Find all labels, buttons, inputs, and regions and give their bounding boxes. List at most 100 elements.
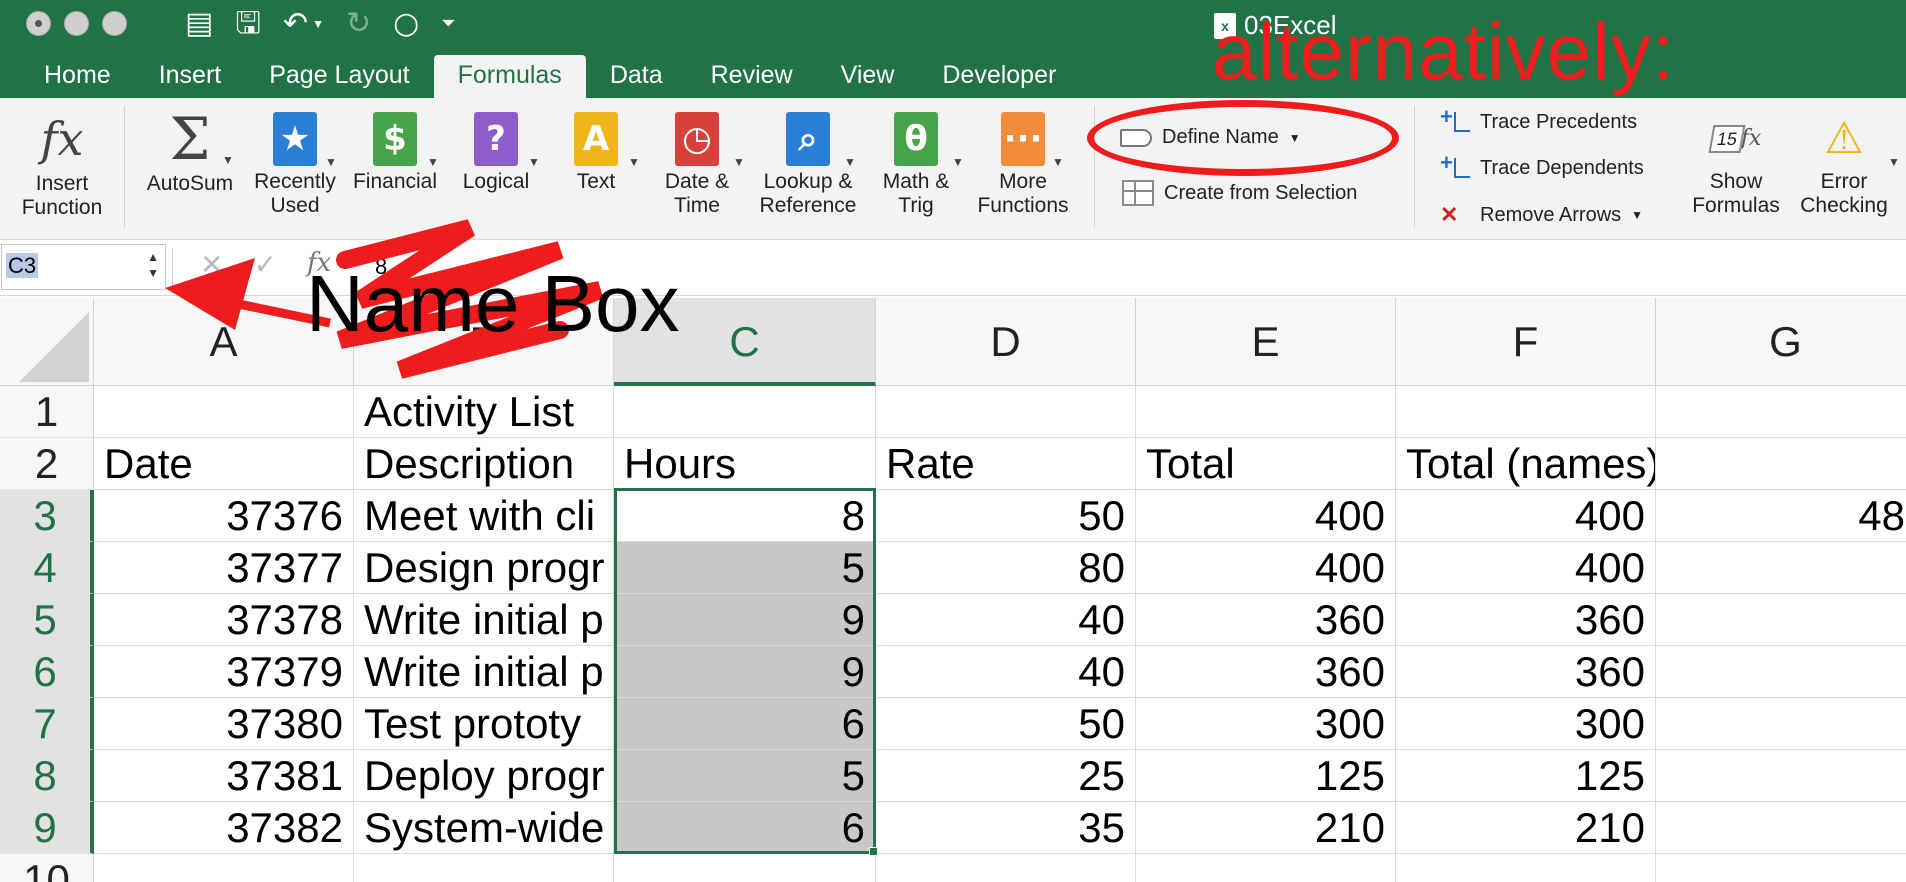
close-window-button[interactable]: [26, 11, 51, 36]
name-box-stepper-icon[interactable]: ▲ ▼: [147, 249, 159, 281]
cell-e3[interactable]: 400: [1136, 490, 1396, 542]
chevron-down-icon[interactable]: ▼: [528, 150, 540, 174]
undo-icon[interactable]: ↶: [283, 8, 308, 40]
cell-f3[interactable]: 400: [1396, 490, 1656, 542]
cell-g9[interactable]: [1656, 802, 1906, 854]
column-header-f[interactable]: F: [1396, 298, 1656, 386]
cell-b10[interactable]: [354, 854, 614, 882]
sidebar-toggle-icon[interactable]: ▤: [185, 8, 213, 40]
cell-f2[interactable]: Total (names): [1396, 438, 1656, 490]
circle-icon[interactable]: ○: [393, 8, 419, 40]
cell-f7[interactable]: 300: [1396, 698, 1656, 750]
cell-e9[interactable]: 210: [1136, 802, 1396, 854]
row-header-10[interactable]: 10: [0, 854, 94, 882]
insert-function-button[interactable]: fx Insert Function: [10, 110, 114, 220]
cell-e5[interactable]: 360: [1136, 594, 1396, 646]
cell-d9[interactable]: 35: [876, 802, 1136, 854]
tab-view[interactable]: View: [817, 55, 919, 98]
cell-f5[interactable]: 360: [1396, 594, 1656, 646]
cell-g4[interactable]: [1656, 542, 1906, 594]
tab-home[interactable]: Home: [20, 55, 135, 98]
cell-d7[interactable]: 50: [876, 698, 1136, 750]
more-functions-button[interactable]: ··· ▼ More Functions: [970, 112, 1076, 218]
tab-page-layout[interactable]: Page Layout: [245, 55, 433, 98]
enter-check-icon[interactable]: ✓: [253, 248, 276, 281]
cell-b6[interactable]: Write initial p: [354, 646, 614, 698]
cell-a6[interactable]: 37379: [94, 646, 354, 698]
financial-button[interactable]: $ ▼ Financial: [345, 112, 445, 194]
show-formulas-button[interactable]: 15 fx Show Formulas: [1684, 112, 1788, 218]
row-header-1[interactable]: 1: [0, 386, 94, 438]
cell-d8[interactable]: 25: [876, 750, 1136, 802]
cell-b5[interactable]: Write initial p: [354, 594, 614, 646]
cell-b4[interactable]: Design progr: [354, 542, 614, 594]
cell-e6[interactable]: 360: [1136, 646, 1396, 698]
create-from-selection-button[interactable]: Create from Selection: [1122, 180, 1357, 206]
cell-e4[interactable]: 400: [1136, 542, 1396, 594]
cell-g2[interactable]: [1656, 438, 1906, 490]
tab-review[interactable]: Review: [687, 55, 817, 98]
cell-f6[interactable]: 360: [1396, 646, 1656, 698]
chevron-down-icon[interactable]: ▼: [1052, 150, 1064, 174]
cell-c10[interactable]: [614, 854, 876, 882]
row-header-9[interactable]: 9: [0, 802, 94, 854]
cell-d1[interactable]: [876, 386, 1136, 438]
autosum-button[interactable]: Σ ▼ AutoSum: [140, 110, 240, 196]
cell-a8[interactable]: 37381: [94, 750, 354, 802]
chevron-down-icon[interactable]: ▼: [427, 150, 439, 174]
cell-c2[interactable]: Hours: [614, 438, 876, 490]
tab-data[interactable]: Data: [586, 55, 687, 98]
chevron-down-icon[interactable]: ▼: [844, 150, 856, 174]
cell-e10[interactable]: [1136, 854, 1396, 882]
cell-c4[interactable]: 5: [614, 542, 876, 594]
cell-b2[interactable]: Description: [354, 438, 614, 490]
error-checking-button[interactable]: ⚠ ▼ Error Checking: [1792, 112, 1900, 218]
cell-d6[interactable]: 40: [876, 646, 1136, 698]
cell-c5[interactable]: 9: [614, 594, 876, 646]
row-header-7[interactable]: 7: [0, 698, 94, 750]
select-all-corner[interactable]: [0, 298, 94, 386]
column-header-g[interactable]: G: [1656, 298, 1906, 386]
redo-icon[interactable]: ↻: [346, 8, 371, 40]
cell-c1[interactable]: [614, 386, 876, 438]
cell-e1[interactable]: [1136, 386, 1396, 438]
cell-f1[interactable]: [1396, 386, 1656, 438]
chevron-down-icon[interactable]: ▼: [1888, 150, 1900, 174]
recently-used-button[interactable]: ★ ▼ Recently Used: [245, 112, 345, 218]
save-icon[interactable]: 🖫: [235, 8, 261, 40]
cell-b1[interactable]: Activity List: [354, 386, 614, 438]
cell-a5[interactable]: 37378: [94, 594, 354, 646]
chevron-down-icon[interactable]: ▼: [222, 148, 234, 172]
cell-a1[interactable]: [94, 386, 354, 438]
cell-g5[interactable]: [1656, 594, 1906, 646]
cell-d10[interactable]: [876, 854, 1136, 882]
cell-g7[interactable]: [1656, 698, 1906, 750]
cell-e8[interactable]: 125: [1136, 750, 1396, 802]
cell-c3[interactable]: 8: [614, 490, 876, 542]
chevron-down-icon[interactable]: ▼: [325, 150, 337, 174]
cell-b8[interactable]: Deploy progr: [354, 750, 614, 802]
tab-developer[interactable]: Developer: [918, 55, 1080, 98]
cell-c9[interactable]: 6: [614, 802, 876, 854]
cell-a3[interactable]: 37376: [94, 490, 354, 542]
chevron-down-icon[interactable]: ▼: [952, 150, 964, 174]
cancel-icon[interactable]: ✕: [200, 248, 223, 281]
chevron-down-icon[interactable]: ▼: [733, 150, 745, 174]
chevron-down-icon[interactable]: ▼: [628, 150, 640, 174]
row-header-6[interactable]: 6: [0, 646, 94, 698]
cell-e7[interactable]: 300: [1136, 698, 1396, 750]
zoom-window-button[interactable]: [102, 11, 127, 36]
cell-e2[interactable]: Total: [1136, 438, 1396, 490]
cell-a10[interactable]: [94, 854, 354, 882]
cell-d5[interactable]: 40: [876, 594, 1136, 646]
cell-b9[interactable]: System-wide: [354, 802, 614, 854]
name-box[interactable]: C3 ▲ ▼: [1, 244, 166, 290]
remove-arrows-button[interactable]: ✕ Remove Arrows ▼: [1440, 202, 1643, 228]
logical-button[interactable]: ? ▼ Logical: [446, 112, 546, 194]
cell-g1[interactable]: [1656, 386, 1906, 438]
cell-f8[interactable]: 125: [1396, 750, 1656, 802]
cell-d2[interactable]: Rate: [876, 438, 1136, 490]
undo-dropdown-icon[interactable]: ▼: [312, 17, 324, 31]
lookup-reference-button[interactable]: ⌕ ▼ Lookup & Reference: [752, 112, 864, 218]
cell-d4[interactable]: 80: [876, 542, 1136, 594]
